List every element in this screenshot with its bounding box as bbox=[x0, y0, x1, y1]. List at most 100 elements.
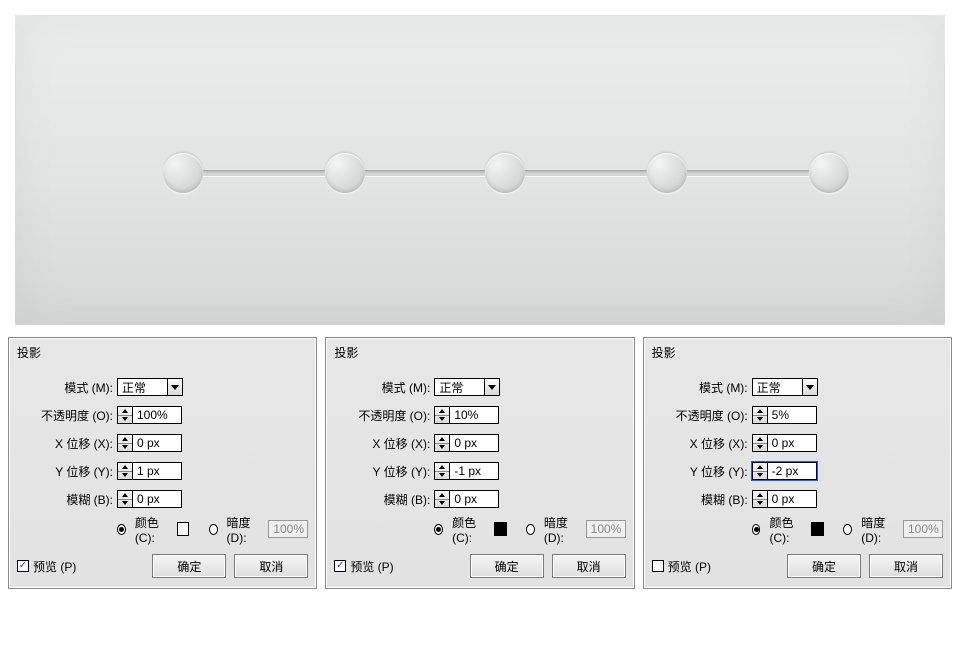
xoffset-step-up[interactable] bbox=[435, 435, 449, 444]
opacity-step-down[interactable] bbox=[118, 416, 132, 424]
color-swatch[interactable] bbox=[811, 522, 824, 536]
chevron-down-icon bbox=[122, 473, 128, 477]
ok-button[interactable]: 确定 bbox=[470, 554, 544, 578]
cancel-button[interactable]: 取消 bbox=[234, 554, 308, 578]
yoffset-stepper[interactable] bbox=[118, 463, 133, 479]
opacity-label: 不透明度 (O): bbox=[352, 407, 434, 424]
blur-input[interactable]: 0 px bbox=[752, 490, 817, 508]
blur-step-down[interactable] bbox=[753, 500, 767, 508]
yoffset-step-up[interactable] bbox=[753, 463, 767, 472]
blur-step-up[interactable] bbox=[435, 491, 449, 500]
ok-button[interactable]: 确定 bbox=[787, 554, 861, 578]
opacity-step-up[interactable] bbox=[118, 407, 132, 416]
color-radio[interactable] bbox=[752, 524, 761, 535]
xoffset-input[interactable]: 0 px bbox=[752, 434, 817, 452]
mode-value: 正常 bbox=[439, 379, 463, 396]
mode-select-button[interactable] bbox=[802, 379, 817, 395]
blur-step-up[interactable] bbox=[118, 491, 132, 500]
xoffset-step-down[interactable] bbox=[753, 444, 767, 452]
preview-panel bbox=[15, 0, 945, 325]
blur-stepper[interactable] bbox=[753, 491, 768, 507]
xoffset-value: 0 px bbox=[768, 435, 816, 451]
chevron-down-icon bbox=[757, 501, 763, 505]
opacity-step-down[interactable] bbox=[753, 416, 767, 424]
chevron-up-icon bbox=[757, 409, 763, 413]
blur-input[interactable]: 0 px bbox=[117, 490, 182, 508]
mode-value: 正常 bbox=[757, 379, 781, 396]
xoffset-stepper[interactable] bbox=[435, 435, 450, 451]
shade-radio[interactable] bbox=[526, 524, 535, 535]
yoffset-step-down[interactable] bbox=[118, 472, 132, 480]
color-radio[interactable] bbox=[117, 524, 126, 535]
progress-dot bbox=[809, 153, 849, 193]
opacity-input[interactable]: 10% bbox=[434, 406, 499, 424]
dialog-title: 投影 bbox=[17, 344, 308, 361]
xoffset-stepper[interactable] bbox=[118, 435, 133, 451]
chevron-down-icon bbox=[439, 501, 445, 505]
mode-select-button[interactable] bbox=[167, 379, 182, 395]
preview-checkbox[interactable] bbox=[652, 560, 664, 572]
mode-select[interactable]: 正常 bbox=[752, 378, 818, 396]
blur-input[interactable]: 0 px bbox=[434, 490, 499, 508]
opacity-value: 5% bbox=[768, 407, 816, 423]
color-swatch[interactable] bbox=[494, 522, 507, 536]
blur-stepper[interactable] bbox=[435, 491, 450, 507]
preview-label: 预览 (P) bbox=[350, 558, 393, 575]
opacity-stepper[interactable] bbox=[118, 407, 133, 423]
blur-value: 0 px bbox=[450, 491, 498, 507]
opacity-step-down[interactable] bbox=[435, 416, 449, 424]
shade-value: 100% bbox=[268, 520, 308, 538]
chevron-down-icon bbox=[439, 473, 445, 477]
shade-value: 100% bbox=[586, 520, 626, 538]
opacity-step-up[interactable] bbox=[753, 407, 767, 416]
color-swatch[interactable] bbox=[177, 522, 190, 536]
preview-checkbox[interactable] bbox=[334, 560, 346, 572]
yoffset-input[interactable]: 1 px bbox=[117, 462, 182, 480]
yoffset-step-up[interactable] bbox=[435, 463, 449, 472]
cancel-button[interactable]: 取消 bbox=[552, 554, 626, 578]
cancel-button[interactable]: 取消 bbox=[869, 554, 943, 578]
xoffset-step-up[interactable] bbox=[753, 435, 767, 444]
xoffset-input[interactable]: 0 px bbox=[117, 434, 182, 452]
blur-value: 0 px bbox=[133, 491, 181, 507]
opacity-label: 不透明度 (O): bbox=[35, 407, 117, 424]
blur-step-down[interactable] bbox=[435, 500, 449, 508]
color-label: 颜色 (C): bbox=[135, 514, 171, 545]
xoffset-stepper[interactable] bbox=[753, 435, 768, 451]
opacity-step-up[interactable] bbox=[435, 407, 449, 416]
shade-radio[interactable] bbox=[209, 524, 218, 535]
xoffset-step-down[interactable] bbox=[435, 444, 449, 452]
xoffset-label: X 位移 (X): bbox=[35, 435, 117, 452]
opacity-stepper[interactable] bbox=[435, 407, 450, 423]
yoffset-step-down[interactable] bbox=[435, 472, 449, 480]
xoffset-step-up[interactable] bbox=[118, 435, 132, 444]
opacity-stepper[interactable] bbox=[753, 407, 768, 423]
mode-select[interactable]: 正常 bbox=[434, 378, 500, 396]
shade-radio[interactable] bbox=[843, 524, 852, 535]
xoffset-step-down[interactable] bbox=[118, 444, 132, 452]
opacity-input[interactable]: 5% bbox=[752, 406, 817, 424]
yoffset-input[interactable]: -1 px bbox=[434, 462, 499, 480]
yoffset-label: Y 位移 (Y): bbox=[35, 463, 117, 480]
color-radio[interactable] bbox=[434, 524, 443, 535]
mode-select-button[interactable] bbox=[484, 379, 499, 395]
yoffset-input[interactable]: -2 px bbox=[752, 462, 817, 480]
yoffset-step-up[interactable] bbox=[118, 463, 132, 472]
chevron-up-icon bbox=[122, 437, 128, 441]
yoffset-step-down[interactable] bbox=[753, 472, 767, 480]
chevron-up-icon bbox=[757, 465, 763, 469]
blur-stepper[interactable] bbox=[118, 491, 133, 507]
ok-button[interactable]: 确定 bbox=[152, 554, 226, 578]
mode-select[interactable]: 正常 bbox=[117, 378, 183, 396]
progress-dot bbox=[325, 153, 365, 193]
preview-checkbox[interactable] bbox=[17, 560, 29, 572]
chevron-up-icon bbox=[439, 409, 445, 413]
blur-step-down[interactable] bbox=[118, 500, 132, 508]
progress-preview bbox=[15, 15, 945, 325]
yoffset-stepper[interactable] bbox=[435, 463, 450, 479]
xoffset-input[interactable]: 0 px bbox=[434, 434, 499, 452]
chevron-up-icon bbox=[122, 493, 128, 497]
opacity-input[interactable]: 100% bbox=[117, 406, 182, 424]
yoffset-stepper[interactable] bbox=[753, 463, 768, 479]
blur-step-up[interactable] bbox=[753, 491, 767, 500]
